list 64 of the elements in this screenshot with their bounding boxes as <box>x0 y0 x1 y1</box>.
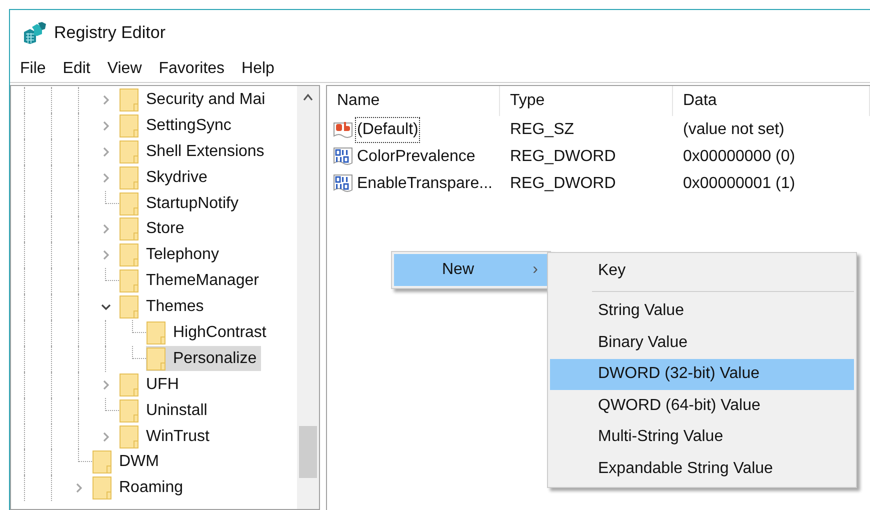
column-header[interactable]: Data <box>673 86 870 116</box>
menu-item[interactable]: New › <box>394 254 548 286</box>
value-data: (value not set) <box>682 120 784 140</box>
folder-icon <box>119 166 141 190</box>
value-data: 0x00000001 (1) <box>682 174 796 194</box>
tree-item[interactable]: Skydrive <box>119 165 212 190</box>
value-type: REG_SZ <box>509 120 576 140</box>
registry-cubes-icon <box>22 22 46 44</box>
menu-item[interactable]: DWORD (32-bit) Value <box>550 358 854 390</box>
binary-value-icon <box>333 146 353 166</box>
tree-item[interactable]: WinTrust <box>119 424 214 450</box>
menu-item[interactable]: Edit <box>54 55 98 82</box>
menu-item[interactable]: Binary Value <box>550 327 854 358</box>
folder-icon <box>146 346 168 371</box>
folder-icon <box>119 243 141 268</box>
folder-icon <box>119 398 141 423</box>
value-type: REG_DWORD <box>509 146 617 166</box>
tree-item[interactable]: Telephony <box>119 242 223 268</box>
menu-item[interactable]: Favorites <box>150 55 233 82</box>
value-data: 0x00000000 (0) <box>682 146 796 166</box>
folder-icon <box>119 424 141 449</box>
menu-item[interactable]: Help <box>234 55 282 82</box>
tree-item[interactable]: Shell Extensions <box>119 139 268 164</box>
value-name[interactable]: EnableTranspare... <box>355 170 494 196</box>
folder-icon <box>119 269 141 294</box>
binary-value-icon <box>333 174 353 194</box>
tree-item[interactable]: HighContrast <box>146 320 270 346</box>
column-header[interactable]: Name <box>327 86 500 116</box>
folder-icon <box>92 450 114 474</box>
tree-item[interactable]: SettingSync <box>119 113 236 138</box>
tree-item[interactable]: ThemeManager <box>119 268 263 294</box>
tree-item[interactable]: Roaming <box>92 476 188 501</box>
menu-item[interactable]: View <box>99 55 150 82</box>
folder-icon <box>146 320 168 345</box>
tree-item[interactable]: Personalize <box>146 346 261 372</box>
folder-icon <box>119 114 141 138</box>
folder-icon <box>119 88 141 112</box>
string-value-icon <box>333 120 353 140</box>
column-header[interactable]: Type <box>500 86 673 116</box>
value-name[interactable]: ColorPrevalence <box>355 144 478 170</box>
folder-icon <box>119 295 141 320</box>
menu-item[interactable]: Expandable String Value <box>550 453 854 484</box>
tree-item[interactable]: Security and Mai <box>119 87 270 112</box>
folder-icon <box>92 476 114 500</box>
scrollbar[interactable] <box>297 86 319 509</box>
menu-item[interactable]: File <box>12 55 54 82</box>
value-type: REG_DWORD <box>509 174 617 194</box>
tree-item[interactable]: StartupNotify <box>119 191 242 216</box>
window-title: Registry Editor <box>54 22 166 44</box>
tree-item[interactable]: Store <box>119 216 188 242</box>
tree-item[interactable]: DWM <box>92 450 163 475</box>
tree-item[interactable]: Uninstall <box>119 398 212 424</box>
tree-item[interactable]: Themes <box>119 294 208 320</box>
scrollbar-thumb[interactable] <box>299 426 317 478</box>
folder-icon <box>119 192 141 216</box>
folder-icon <box>119 217 141 242</box>
menu-item[interactable]: QWORD (64-bit) Value <box>550 390 854 422</box>
folder-icon <box>119 372 141 397</box>
menu-item[interactable]: Key <box>550 255 854 286</box>
folder-icon <box>119 140 141 164</box>
menu-item[interactable]: Multi-String Value <box>550 422 854 453</box>
value-name[interactable]: (Default) <box>355 116 420 142</box>
tree-item[interactable]: UFH <box>119 372 183 398</box>
menu-item[interactable]: String Value <box>550 296 854 327</box>
